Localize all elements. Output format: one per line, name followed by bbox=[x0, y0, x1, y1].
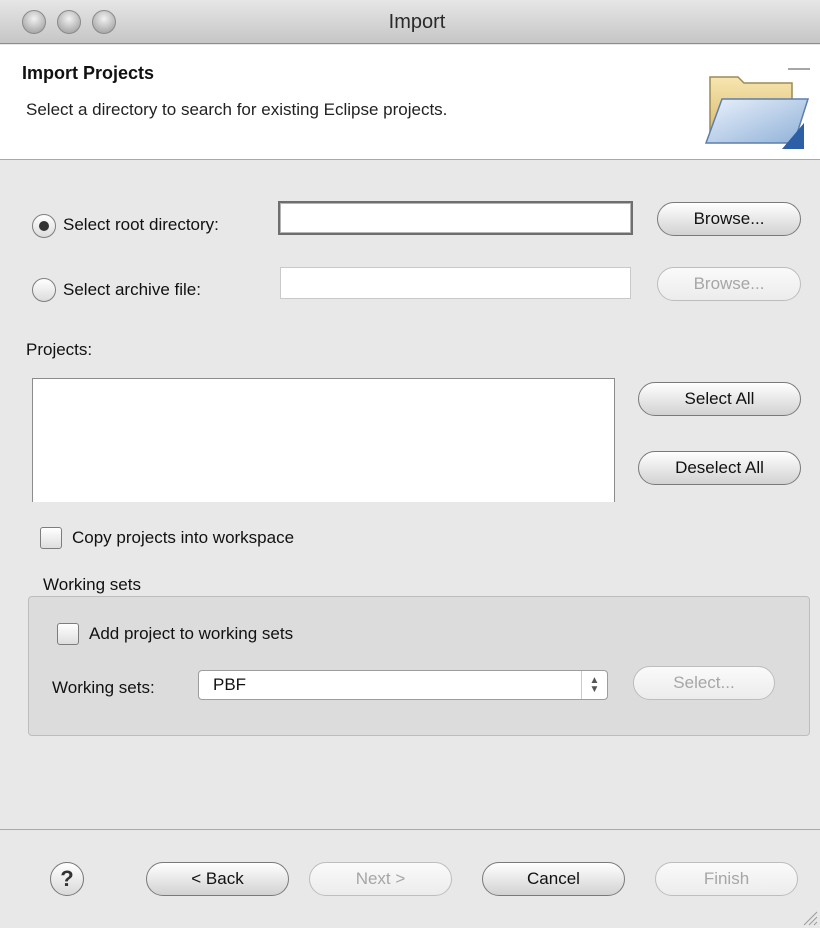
wizard-header: Import Projects Select a directory to se… bbox=[0, 45, 820, 160]
browse-archive-button[interactable]: Browse... bbox=[657, 267, 801, 301]
select-working-sets-button[interactable]: Select... bbox=[633, 666, 775, 700]
folder-open-icon bbox=[704, 68, 810, 149]
archive-file-label: Select archive file: bbox=[63, 280, 201, 299]
import-dialog: Import Import Projects Select a director… bbox=[0, 0, 820, 928]
copy-into-workspace-checkbox[interactable] bbox=[40, 527, 62, 549]
working-sets-select[interactable]: PBF ▲ ▼ bbox=[198, 670, 608, 700]
working-sets-group-label: Working sets bbox=[43, 575, 141, 594]
archive-file-radio[interactable] bbox=[32, 278, 56, 302]
add-to-working-sets-checkbox[interactable] bbox=[57, 623, 79, 645]
select-arrows-icon: ▲ ▼ bbox=[581, 671, 607, 699]
page-title: Import Projects bbox=[22, 63, 155, 83]
select-all-button[interactable]: Select All bbox=[638, 382, 801, 416]
projects-list[interactable] bbox=[32, 378, 615, 502]
title-bar: Import bbox=[0, 0, 820, 44]
next-button[interactable]: Next > bbox=[309, 862, 452, 896]
add-to-working-sets-label: Add project to working sets bbox=[89, 624, 294, 643]
copy-into-workspace-label: Copy projects into workspace bbox=[72, 528, 295, 547]
window-title: Import bbox=[388, 11, 446, 33]
page-description: Select a directory to search for existin… bbox=[26, 100, 448, 119]
resize-grip-icon[interactable] bbox=[800, 908, 818, 926]
browse-root-button[interactable]: Browse... bbox=[657, 202, 801, 236]
cancel-button[interactable]: Cancel bbox=[482, 862, 625, 896]
archive-file-input[interactable] bbox=[280, 267, 631, 299]
finish-button[interactable]: Finish bbox=[655, 862, 798, 896]
back-button[interactable]: < Back bbox=[146, 862, 289, 896]
working-sets-selected-value: PBF bbox=[213, 675, 247, 694]
help-icon[interactable]: ? bbox=[50, 862, 84, 896]
footer-separator bbox=[0, 829, 820, 830]
root-directory-radio[interactable] bbox=[32, 214, 56, 238]
deselect-all-button[interactable]: Deselect All bbox=[638, 451, 801, 485]
working-sets-select-label: Working sets: bbox=[52, 678, 155, 697]
root-directory-input[interactable] bbox=[278, 201, 633, 235]
root-directory-label: Select root directory: bbox=[63, 215, 219, 234]
projects-label: Projects: bbox=[26, 340, 93, 359]
